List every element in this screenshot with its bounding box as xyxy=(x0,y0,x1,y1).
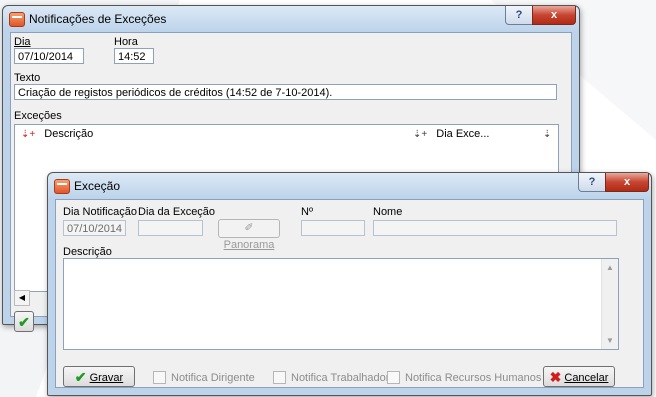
close-button[interactable]: x xyxy=(532,6,576,25)
panorama-button[interactable]: ✐ Panorama xyxy=(218,219,280,251)
close-icon: x xyxy=(623,176,631,188)
parent-titlebar[interactable]: Notificações de Exceções ? x xyxy=(3,6,579,32)
descricao-label: Descrição xyxy=(63,246,112,258)
parent-title: Notificações de Exceções xyxy=(29,12,167,26)
scroll-left-arrow[interactable]: ◀ xyxy=(14,290,30,306)
cancelar-button[interactable]: ✖ Cancelar xyxy=(543,366,615,387)
texto-field[interactable]: Criação de registos periódicos de crédit… xyxy=(14,84,557,100)
scroll-up-icon: ▲ xyxy=(606,263,614,272)
checkbox-box xyxy=(153,371,166,384)
help-icon: ? xyxy=(588,176,596,188)
dialog-title: Exceção xyxy=(74,179,121,193)
descricao-scrollbar[interactable]: ▲ ▼ xyxy=(601,259,618,349)
notifica-dirigente-checkbox[interactable]: Notifica Dirigente xyxy=(153,371,255,384)
app-icon xyxy=(9,12,25,27)
check-icon: ✔ xyxy=(18,314,30,330)
cancel-icon: ✖ xyxy=(549,369,562,385)
numero-field[interactable] xyxy=(301,220,365,236)
close-button[interactable]: x xyxy=(605,173,649,192)
sort-icon: ⇣+ xyxy=(413,129,428,140)
col-dia-excecao[interactable]: ⇣+ Dia Exce... xyxy=(413,125,489,143)
wrench-icon: ✐ xyxy=(244,222,254,234)
sort-icon[interactable]: ⇣ xyxy=(543,125,551,143)
dia-excecao-field[interactable] xyxy=(138,220,203,236)
checkbox-box xyxy=(387,371,400,384)
texto-label: Texto xyxy=(14,72,41,84)
dia-excecao-label: Dia da Exceção xyxy=(138,206,216,218)
excecoes-label: Exceções xyxy=(14,110,62,122)
dia-label: Dia xyxy=(14,36,31,48)
sort-icon: ⇣+ xyxy=(21,129,36,140)
dia-field[interactable]: 07/10/2014 xyxy=(14,48,84,64)
parent-ok-button[interactable]: ✔ xyxy=(14,311,34,332)
hora-label: Hora xyxy=(114,36,138,48)
close-icon: x xyxy=(550,9,558,21)
app-icon xyxy=(54,179,70,194)
help-icon: ? xyxy=(515,9,523,21)
col-descricao[interactable]: ⇣+ Descrição xyxy=(21,125,93,143)
descricao-textarea[interactable]: ▲ ▼ xyxy=(63,258,619,350)
numero-label: Nº xyxy=(301,206,313,218)
help-button[interactable]: ? xyxy=(578,173,606,192)
check-icon: ✔ xyxy=(74,369,87,385)
checkbox-box xyxy=(273,371,286,384)
dia-notificacao-label: Dia Notificação xyxy=(63,206,137,218)
notifica-trabalhador-checkbox[interactable]: Notifica Trabalhador xyxy=(273,371,389,384)
dialog-client: Dia Notificação 07/10/2014 Dia da Exceçã… xyxy=(55,199,644,388)
gravar-button[interactable]: ✔ Gravar xyxy=(63,366,135,387)
nome-field[interactable] xyxy=(373,220,617,236)
dia-notificacao-field[interactable]: 07/10/2014 xyxy=(63,220,126,236)
notifica-rh-checkbox[interactable]: Notifica Recursos Humanos xyxy=(387,371,541,384)
help-button[interactable]: ? xyxy=(505,6,533,25)
scroll-down-icon: ▼ xyxy=(606,336,614,345)
excecao-dialog: Exceção ? x Dia Notificação 07/10/2014 D… xyxy=(47,172,652,396)
nome-label: Nome xyxy=(373,206,403,218)
hora-field[interactable]: 14:52 xyxy=(114,48,154,64)
dialog-titlebar[interactable]: Exceção ? x xyxy=(48,173,651,199)
